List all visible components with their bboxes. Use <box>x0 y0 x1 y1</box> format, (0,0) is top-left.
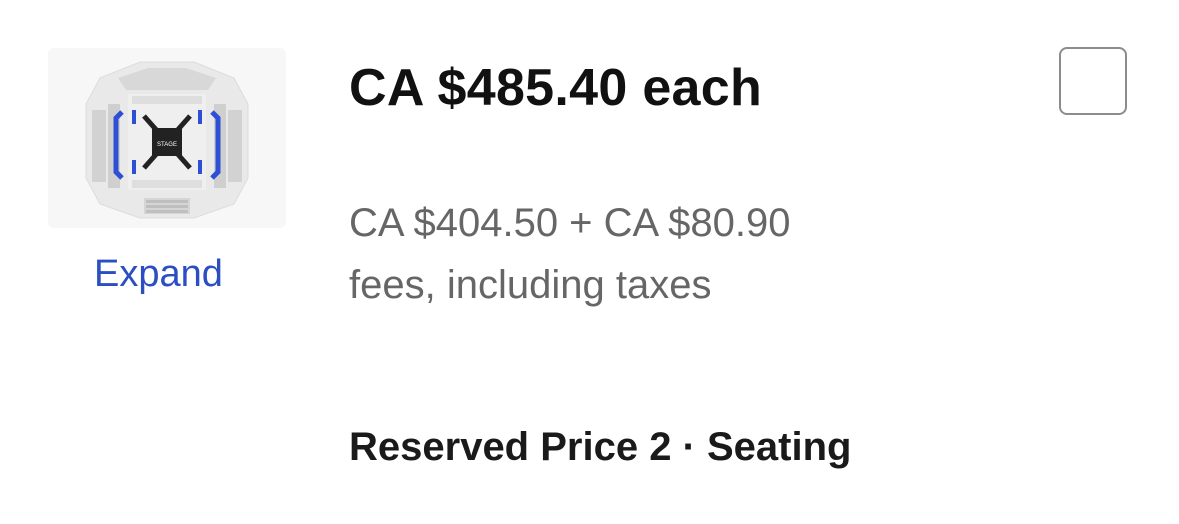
stage-label: STAGE <box>157 142 177 148</box>
seat-map-thumbnail[interactable]: STAGE <box>48 48 286 228</box>
select-checkbox[interactable] <box>1059 47 1127 115</box>
price-breakdown-line2: fees, including taxes <box>349 263 712 307</box>
section-label: Reserved Price 2 · Seating <box>349 425 852 469</box>
price-breakdown-line1: CA $404.50 + CA $80.90 <box>349 201 791 245</box>
price-each: CA $485.40 each <box>349 59 763 117</box>
price-breakdown: CA $404.50 + CA $80.90 fees, including t… <box>349 192 969 316</box>
seat-map-image: STAGE <box>85 61 249 219</box>
expand-map-link[interactable]: Expand <box>94 250 223 298</box>
